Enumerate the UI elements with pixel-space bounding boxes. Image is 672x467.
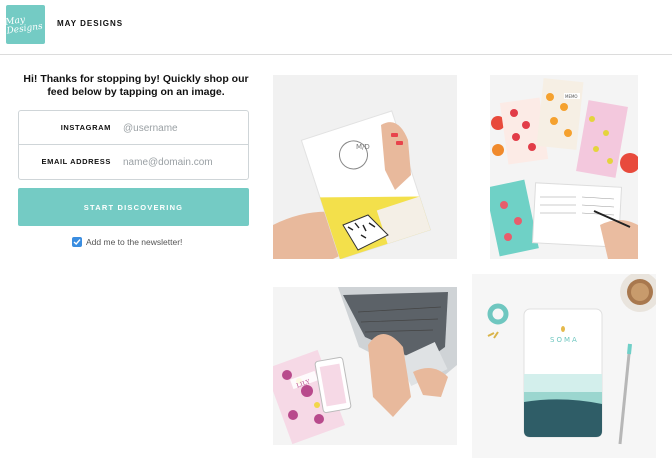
notebook-photo-1: M/D bbox=[273, 75, 457, 259]
instagram-input[interactable] bbox=[123, 119, 243, 137]
check-icon bbox=[73, 239, 81, 246]
email-label: EMAIL ADDRESS bbox=[41, 157, 111, 166]
email-row: EMAIL ADDRESS bbox=[19, 145, 248, 179]
signup-form: INSTAGRAM EMAIL ADDRESS bbox=[18, 110, 249, 180]
tile-4-mark: SOMA bbox=[550, 336, 579, 344]
instagram-row: INSTAGRAM bbox=[19, 111, 248, 145]
newsletter-checkbox[interactable] bbox=[72, 237, 82, 247]
header: May Designs MAY DESIGNS bbox=[0, 0, 672, 55]
instagram-label: INSTAGRAM bbox=[60, 123, 111, 132]
notebook-photo-4: SOMA bbox=[472, 274, 656, 458]
start-discovering-button[interactable]: START DISCOVERING bbox=[18, 188, 249, 226]
email-input[interactable] bbox=[123, 153, 243, 171]
notebook-photo-2: MEMO bbox=[490, 75, 638, 259]
newsletter-option[interactable]: Add me to the newsletter! bbox=[72, 237, 182, 247]
logo-script: May Designs bbox=[4, 14, 44, 37]
gallery-image-1[interactable]: M/D bbox=[273, 75, 457, 259]
intro-text: Hi! Thanks for stopping by! Quickly shop… bbox=[23, 73, 249, 98]
laptop-photo-3: LILY bbox=[273, 287, 457, 445]
newsletter-label: Add me to the newsletter! bbox=[86, 237, 183, 247]
tile-1-mark: M/D bbox=[356, 143, 370, 151]
brand-name: MAY DESIGNS bbox=[57, 19, 124, 28]
gallery-image-4[interactable]: SOMA bbox=[472, 274, 656, 458]
tile-2-mark: MEMO bbox=[565, 94, 578, 99]
gallery-image-3[interactable]: LILY bbox=[273, 287, 457, 445]
gallery-image-2[interactable]: MEMO bbox=[490, 75, 638, 259]
brand-logo[interactable]: May Designs bbox=[4, 5, 45, 44]
